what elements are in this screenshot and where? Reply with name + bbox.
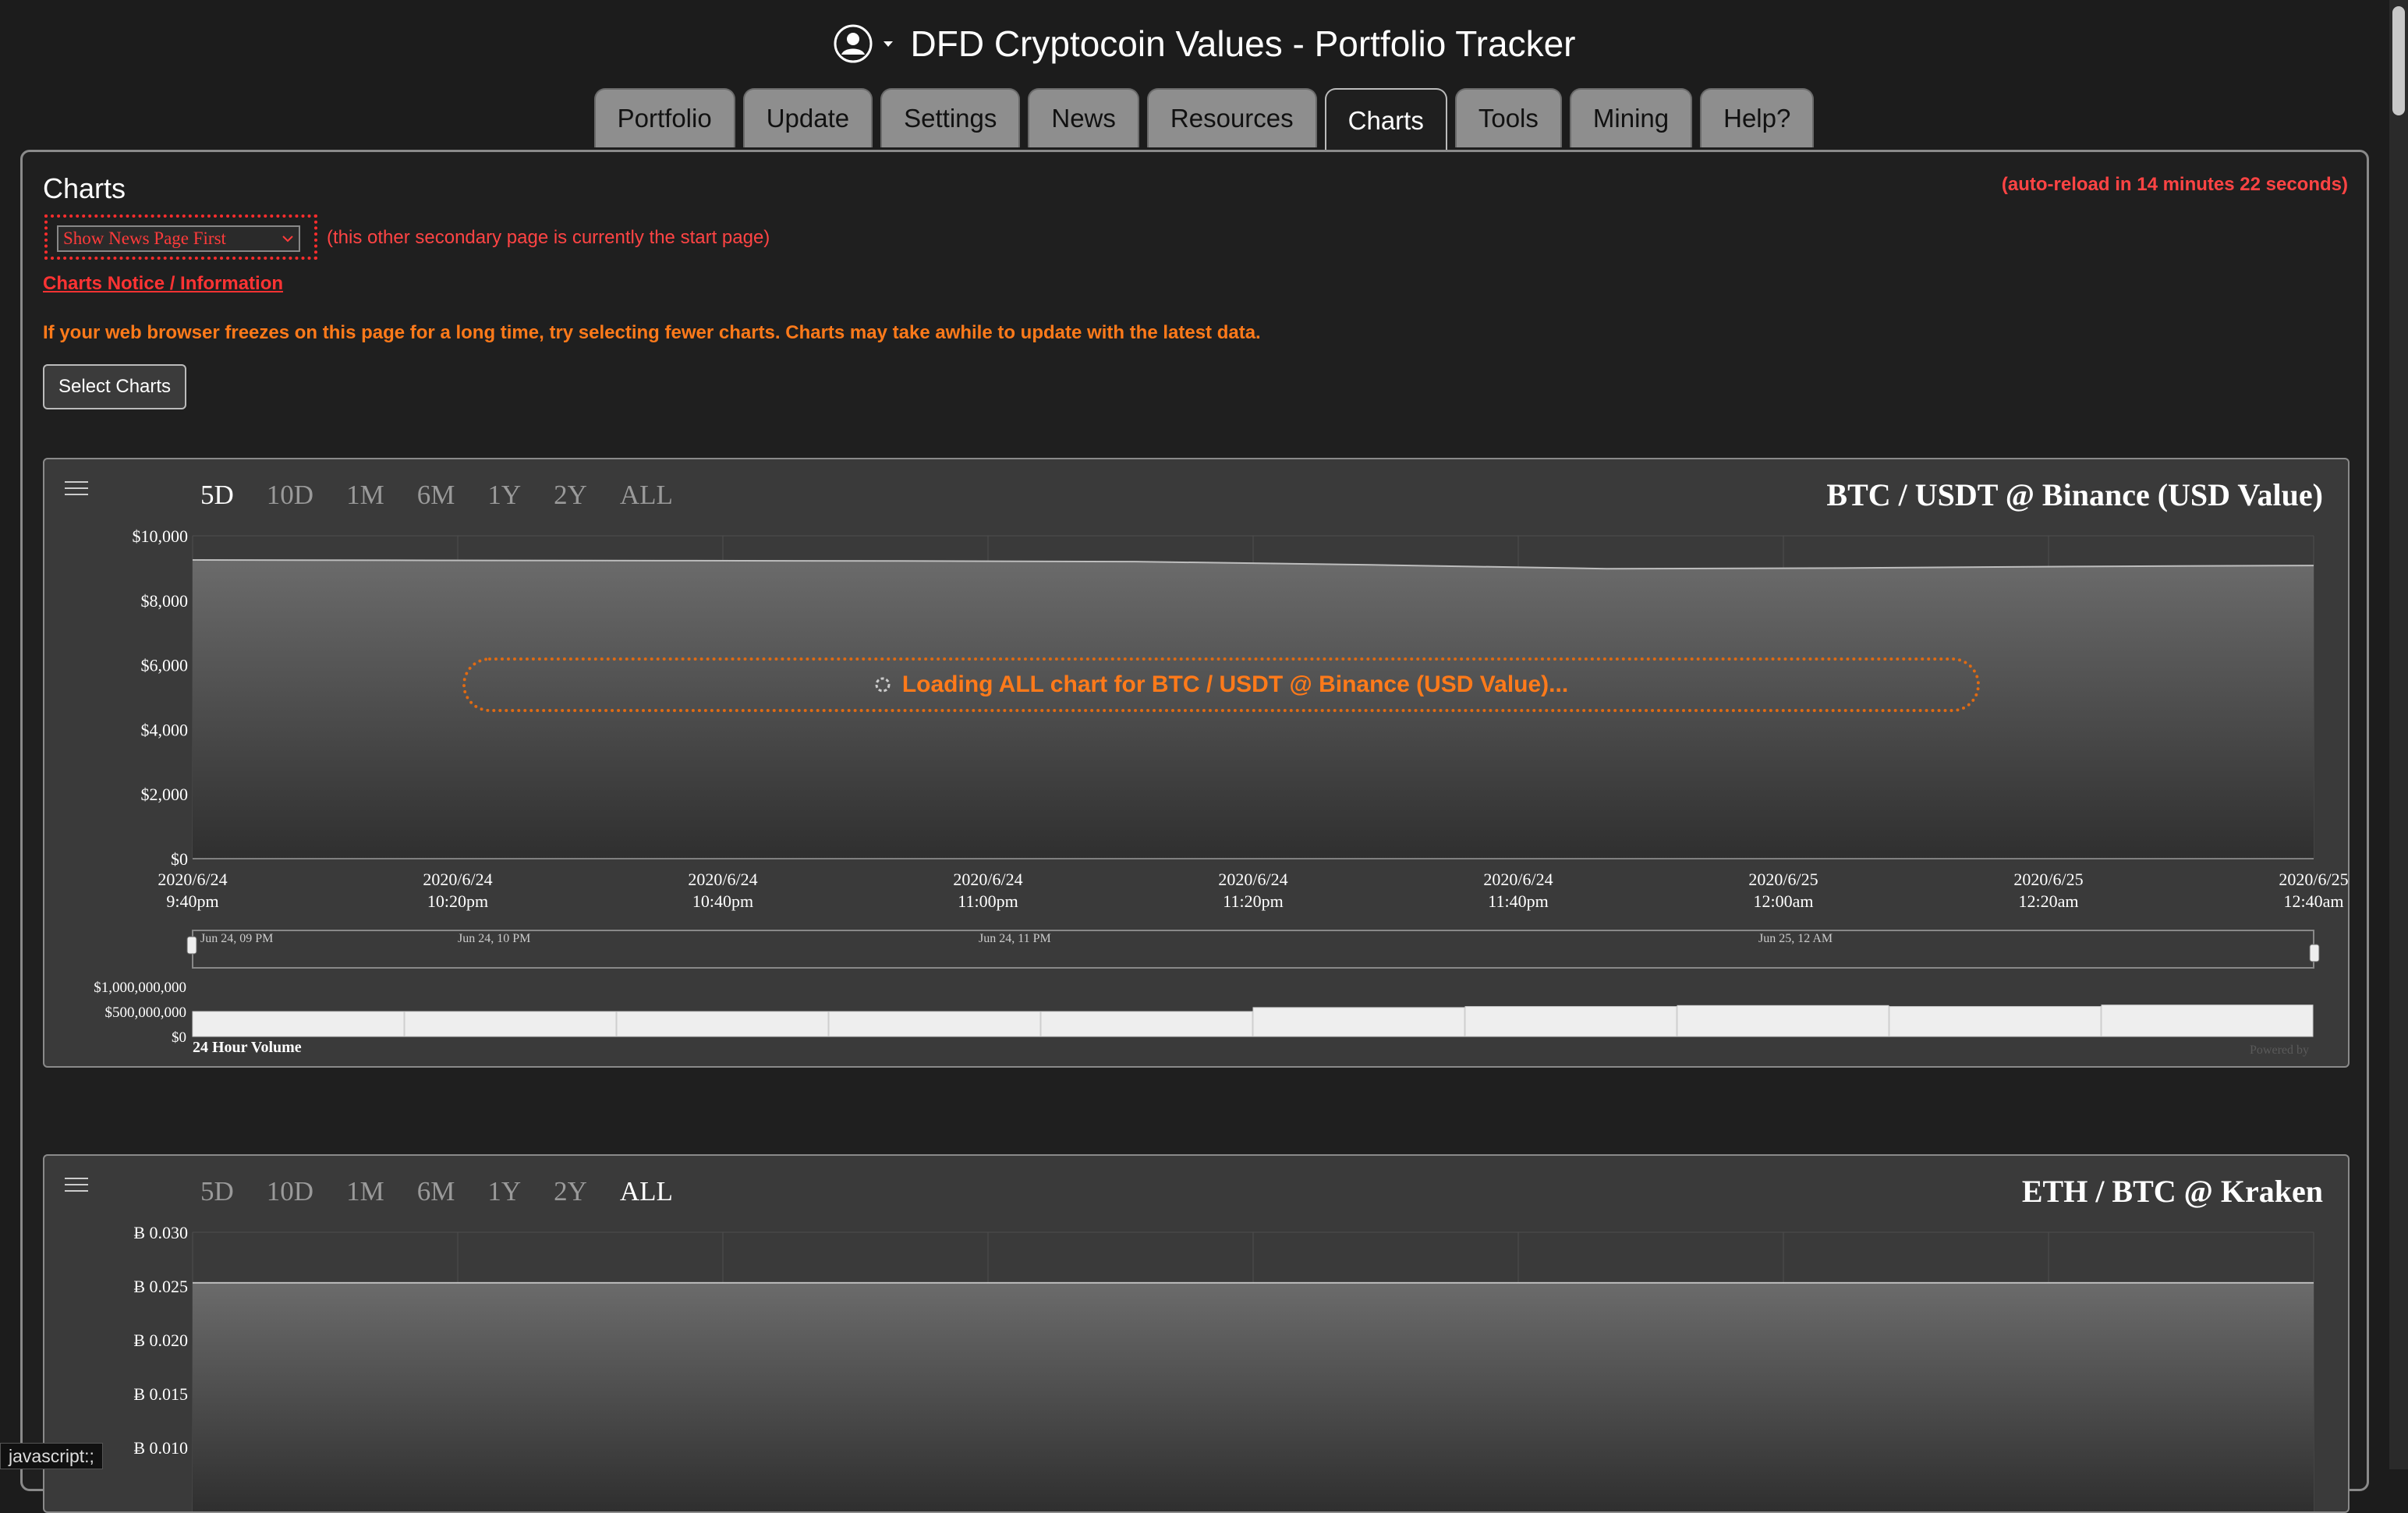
page-title: DFD Cryptocoin Values - Portfolio Tracke…	[910, 23, 1576, 64]
eth-chart-card: 5D 10D 1M 6M 1Y 2Y ALL ETH / BTC @ Kraken Ƀ 0.…	[43, 1154, 2350, 1513]
volume-bar	[1040, 1011, 1253, 1037]
start-page-note: (this other secondary page is currently …	[327, 227, 770, 248]
navigator-label: Jun 24, 11 PM	[979, 932, 1051, 945]
chevron-down-icon	[282, 236, 293, 243]
tab-bar: Portfolio Update Settings News Resources Char…	[0, 88, 2408, 152]
y-tick-label: $2,000	[141, 785, 189, 804]
y-tick-label: $0	[171, 849, 188, 869]
navigator-label: Jun 25, 12 AM	[1758, 932, 1833, 945]
x-tick-label: 11:00pm	[958, 891, 1018, 911]
volume-tick-label: $0	[172, 1029, 186, 1046]
tab-settings[interactable]: Settings	[880, 88, 1021, 147]
start-page-selector-box: Show News Page First	[44, 214, 317, 260]
user-circle-icon[interactable]	[833, 23, 873, 64]
volume-label: 24 Hour Volume	[193, 1039, 302, 1056]
y-tick-label: $6,000	[141, 656, 189, 675]
navigator-label: Jun 24, 09 PM	[200, 932, 273, 945]
btc-chart-card: 5D 10D 1M 6M 1Y 2Y ALL BTC / USDT @ Binance (U…	[43, 458, 2350, 1068]
start-page-select-value: Show News Page First	[63, 229, 226, 248]
x-tick-label: 2020/6/24	[1218, 870, 1287, 889]
y-tick-label: $10,000	[133, 526, 189, 546]
x-tick-label: 12:20am	[2019, 891, 2079, 911]
x-tick-label: 2020/6/24	[1483, 870, 1553, 889]
volume-bar	[1677, 1005, 1889, 1037]
y-tick-label: Ƀ 0.030	[133, 1223, 188, 1242]
y-tick-label: Ƀ 0.010	[133, 1438, 188, 1458]
charts-notice-link[interactable]: Charts Notice / Information	[43, 273, 283, 295]
select-charts-button[interactable]: Select Charts	[43, 364, 187, 409]
y-tick-label: Ƀ 0.025	[133, 1277, 188, 1296]
y-tick-label: $4,000	[141, 720, 189, 739]
tab-news[interactable]: News	[1028, 88, 1139, 147]
volume-bar	[616, 1011, 829, 1037]
x-tick-label: 10:20pm	[427, 891, 488, 911]
powered-by-label: Powered by	[2250, 1044, 2309, 1057]
navigator-handle-right	[2309, 944, 2320, 962]
tab-resources[interactable]: Resources	[1146, 88, 1317, 147]
header: DFD Cryptocoin Values - Portfolio Tracke…	[0, 16, 2408, 72]
x-tick-label: 12:00am	[1754, 891, 1814, 911]
x-tick-label: 2020/6/25	[2279, 870, 2348, 889]
volume-bar	[1252, 1007, 1465, 1037]
charts-panel: Charts (auto-reload in 14 minutes 22 sec…	[20, 150, 2369, 1513]
y-tick-label: Ƀ 0.020	[133, 1331, 188, 1350]
volume-bar	[404, 1011, 617, 1037]
x-tick-label: 2020/6/25	[1748, 870, 1818, 889]
x-tick-label: 2020/6/24	[158, 870, 227, 889]
volume-bar	[2101, 1005, 2314, 1037]
eth-chart-plot: Ƀ 0.030 Ƀ 0.025 Ƀ 0.020 Ƀ 0.015 Ƀ 0.010	[133, 1223, 2314, 1511]
tab-portfolio[interactable]: Portfolio	[593, 88, 735, 147]
x-tick-label: 2020/6/24	[423, 870, 492, 889]
auto-reload-timer: (auto-reload in 14 minutes 22 seconds)	[2001, 174, 2348, 195]
navigator-handle-left	[186, 936, 197, 955]
start-page-select[interactable]: Show News Page First	[57, 225, 300, 252]
y-tick-label: $8,000	[141, 591, 189, 611]
section-title: Charts	[43, 172, 126, 204]
tab-charts[interactable]: Charts	[1324, 88, 1447, 152]
tab-mining[interactable]: Mining	[1569, 88, 1693, 147]
price-area	[193, 1282, 2314, 1511]
scrollbar-thumb[interactable]	[2392, 6, 2405, 115]
page-scrollbar[interactable]	[2389, 0, 2408, 1469]
x-tick-label: 12:40am	[2284, 891, 2344, 911]
loading-indicator: Loading ALL chart for BTC / USDT @ Binan…	[462, 657, 1980, 712]
loading-text: Loading ALL chart for BTC / USDT @ Binan…	[901, 671, 1569, 697]
browser-freeze-warning: If your web browser freezes on this page…	[43, 322, 1261, 343]
navigator-label: Jun 24, 10 PM	[458, 932, 530, 945]
x-tick-label: 11:20pm	[1223, 891, 1283, 911]
tab-tools[interactable]: Tools	[1454, 88, 1562, 147]
x-tick-label: 2020/6/24	[688, 870, 757, 889]
status-bar: javascript:;	[0, 1443, 103, 1469]
volume-bar	[1889, 1006, 2102, 1037]
x-tick-label: 2020/6/24	[953, 870, 1022, 889]
caret-down-icon[interactable]	[883, 38, 894, 49]
volume-tick-label: $500,000,000	[105, 1005, 187, 1021]
x-tick-label: 9:40pm	[166, 891, 218, 911]
volume-bar	[828, 1011, 1041, 1037]
btc-chart-plot: $10,000$8,000$6,000$4,000$2,000$02020/6/…	[94, 526, 2348, 1057]
tab-help[interactable]: Help?	[1700, 88, 1815, 147]
tab-update[interactable]: Update	[742, 88, 873, 147]
x-tick-label: 2020/6/25	[2013, 870, 2083, 889]
volume-tick-label: $1,000,000,000	[94, 980, 186, 996]
y-tick-label: Ƀ 0.015	[133, 1384, 188, 1404]
spinner-icon	[875, 677, 891, 693]
x-tick-label: 10:40pm	[692, 891, 753, 911]
volume-bar	[192, 1011, 405, 1037]
x-tick-label: 11:40pm	[1488, 891, 1548, 911]
volume-bar	[1464, 1006, 1677, 1037]
